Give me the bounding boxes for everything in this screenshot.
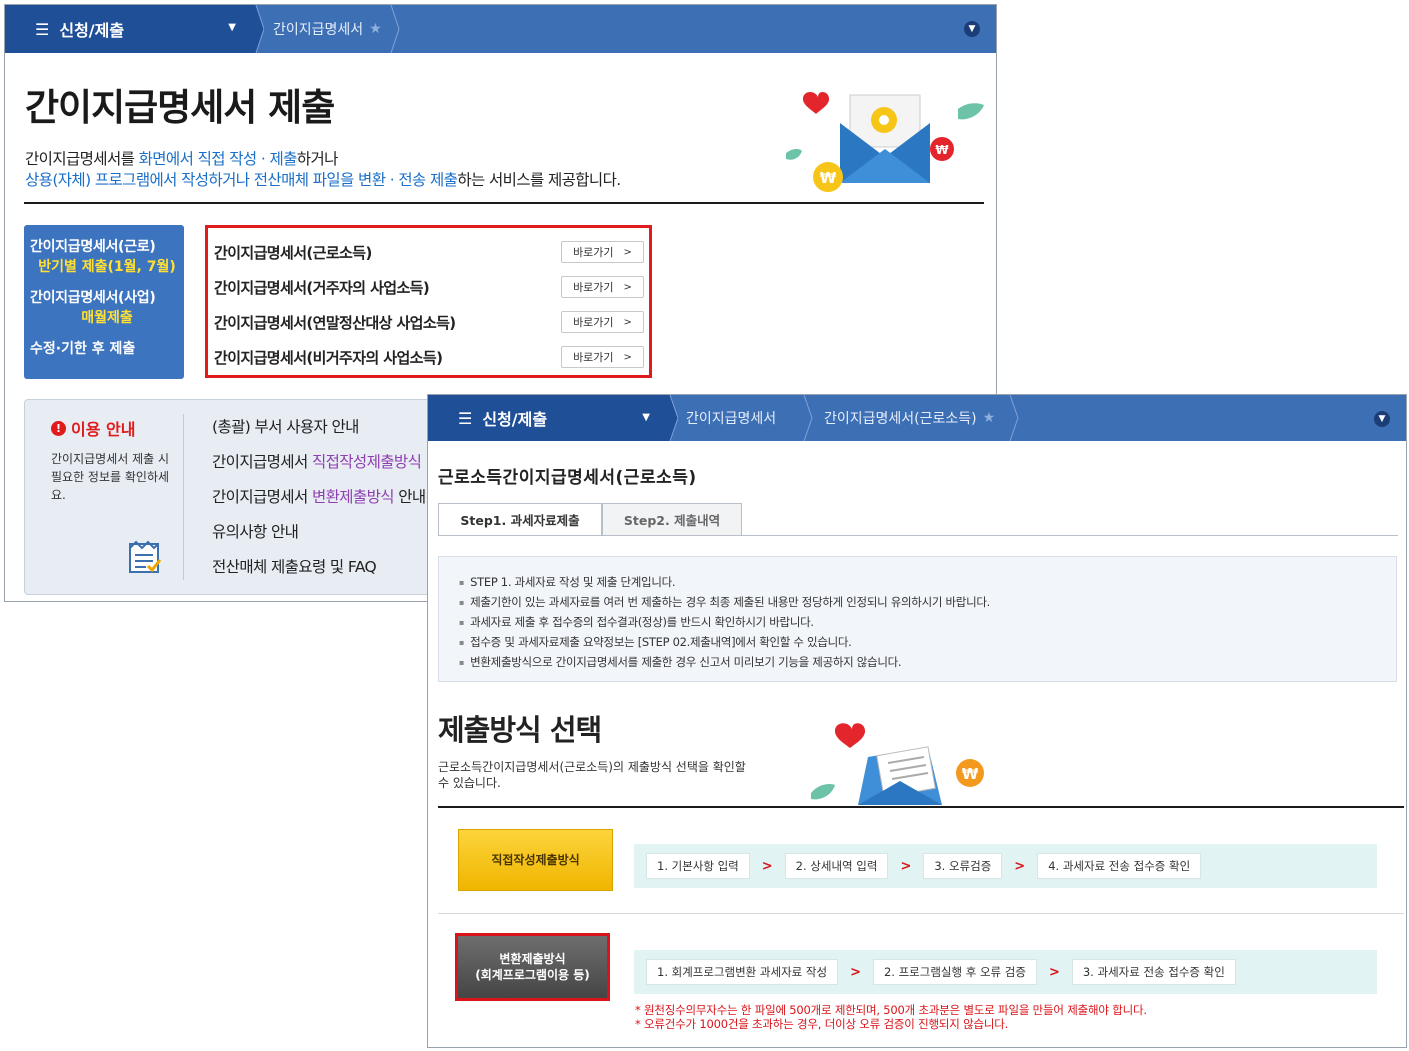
top-navbar: ☰ 신청/제출 ▼ 간이지급명세서 간이지급명세서(근로소득) ★ ▼ — [428, 395, 1406, 441]
tab-step1[interactable]: Step1. 과세자료제출 — [438, 503, 602, 536]
step-item: 3. 과세자료 전송 접수증 확인 — [1071, 959, 1236, 985]
chevron-right-icon: > — [623, 316, 632, 328]
shortcut-button[interactable]: 바로가기 > — [561, 276, 644, 298]
warning-item: * 원천징수의무자수는 한 파일에 500개로 제한되며, 500개 초과분은 … — [635, 1003, 1147, 1017]
breadcrumb-separator — [1009, 395, 1019, 441]
chevron-down-icon[interactable]: ▼ — [964, 21, 980, 37]
shortcut-row: 간이지급명세서(거주자의 사업소득) 바로가기 > — [214, 273, 644, 301]
method-divider — [438, 913, 1404, 914]
chevron-down-icon[interactable]: ▼ — [1374, 411, 1390, 427]
guide-link-dept-user[interactable]: (총괄) 부서 사용자 안내 — [212, 416, 426, 451]
warning-notes: * 원천징수의무자수는 한 파일에 500개로 제한되며, 500개 초과분은 … — [635, 1003, 1147, 1031]
notice-item: STEP 1. 과세자료 작성 및 제출 단계입니다. — [459, 573, 1396, 593]
menu-label: 신청/제출 — [482, 410, 548, 429]
notice-item: 접수증 및 과세자료제출 요약정보는 [STEP 02.제출내역]에서 확인할 … — [459, 633, 1396, 653]
convert-steps-band: 1. 회계프로그램변환 과세자료 작성 > 2. 프로그램실행 후 오류 검증 … — [634, 950, 1377, 994]
guide-divider — [183, 414, 184, 580]
hamburger-icon: ☰ — [35, 19, 50, 39]
arrow-right-icon: > — [900, 858, 912, 874]
breadcrumb-separator — [250, 5, 264, 53]
notice-box: STEP 1. 과세자료 작성 및 제출 단계입니다. 제출기한이 있는 과세자… — [438, 556, 1397, 682]
guide-link-list: (총괄) 부서 사용자 안내 간이지급명세서 직접작성제출방식 간이지급명세서 … — [212, 416, 426, 591]
hamburger-icon: ☰ — [458, 408, 473, 428]
shortcut-row: 간이지급명세서(근로소득) 바로가기 > — [214, 238, 644, 266]
menu-dropdown[interactable]: ☰ 신청/제출 ▼ — [428, 395, 664, 441]
chevron-right-icon: > — [623, 246, 632, 258]
step-item: 3. 오류검증 — [923, 853, 1003, 879]
arrow-right-icon: > — [761, 858, 773, 874]
top-navbar: ☰ 신청/제출 ▼ 간이지급명세서 ★ ▼ — [5, 5, 996, 53]
guide-link-direct[interactable]: 간이지급명세서 직접작성제출방식 — [212, 451, 426, 486]
guide-link-faq[interactable]: 전산매체 제출요령 및 FAQ — [212, 556, 426, 591]
direct-submit-button[interactable]: 직접작성제출방식 — [458, 829, 613, 891]
page-title: 근로소득간이지급명세서(근로소득) — [438, 468, 697, 488]
svg-text:₩: ₩ — [962, 765, 979, 783]
shortcut-highlight-box: 간이지급명세서(근로소득) 바로가기 > 간이지급명세서(거주자의 사업소득) 바… — [205, 225, 652, 378]
arrow-right-icon: > — [1048, 964, 1060, 980]
direct-steps-band: 1. 기본사항 입력 > 2. 상세내역 입력 > 3. 오류검증 > 4. 과… — [634, 844, 1377, 888]
notice-item: 과세자료 제출 후 접수증의 접수결과(정상)를 반드시 확인하시기 바랍니다. — [459, 613, 1396, 633]
step-item: 2. 상세내역 입력 — [784, 853, 889, 879]
breadcrumb-separator — [664, 395, 678, 441]
step-item: 2. 프로그램실행 후 오류 검증 — [872, 959, 1037, 985]
menu-label: 신청/제출 — [59, 21, 125, 40]
caret-down-icon: ▼ — [228, 22, 236, 33]
leftnav-item-business-sub: 매월제출 — [81, 310, 133, 326]
warning-item: * 오류건수가 1000건을 초과하는 경우, 더이상 오류 검증이 진행되지 … — [635, 1017, 1009, 1031]
breadcrumb-item[interactable]: 간이지급명세서 ★ — [273, 5, 382, 53]
envelope-illustration: ₩ — [811, 723, 984, 805]
breadcrumb-separator — [390, 5, 400, 53]
notice-item: 변환제출방식으로 간이지급명세서를 제출한 경우 신고서 미리보기 기능을 제공… — [459, 653, 1396, 673]
submission-window: ☰ 신청/제출 ▼ 간이지급명세서 간이지급명세서(근로소득) ★ ▼ 근로소득… — [427, 394, 1407, 1048]
shortcut-button[interactable]: 바로가기 > — [561, 311, 644, 333]
exclamation-icon: ! — [51, 420, 66, 436]
leftnav-item-amend[interactable]: 수정·기한 후 제출 — [30, 339, 184, 359]
guide-link-notice[interactable]: 유의사항 안내 — [212, 521, 426, 556]
chevron-right-icon: > — [623, 351, 632, 363]
guide-link-convert[interactable]: 간이지급명세서 변환제출방식 안내 — [212, 486, 426, 521]
checklist-icon — [129, 540, 162, 573]
breadcrumb-item[interactable]: 간이지급명세서(근로소득) ★ — [824, 395, 995, 441]
svg-text:₩: ₩ — [935, 143, 949, 157]
guide-title: ! 이용 안내 — [51, 416, 135, 440]
caret-down-icon: ▼ — [642, 412, 650, 423]
menu-dropdown[interactable]: ☰ 신청/제출 ▼ — [5, 5, 250, 53]
guide-description: 간이지급명세서 제출 시 필요한 정보를 확인하세요. — [51, 452, 170, 502]
shortcut-row: 간이지급명세서(연말정산대상 사업소득) 바로가기 > — [214, 308, 644, 336]
page-title: 간이지급명세서 제출 — [25, 86, 335, 129]
shortcut-button[interactable]: 바로가기 > — [561, 241, 644, 263]
chevron-right-icon: > — [623, 281, 632, 293]
envelope-illustration: ₩ ₩ — [786, 91, 984, 192]
step-item: 1. 회계프로그램변환 과세자료 작성 — [646, 959, 839, 985]
tab-step2[interactable]: Step2. 제출내역 — [602, 503, 742, 536]
convert-submit-button[interactable]: 변환제출방식 (회계프로그램이용 등) — [455, 933, 610, 1001]
section-description: 근로소득간이지급명세서(근로소득)의 제출방식 선택을 확인할 수 있습니다. — [438, 760, 746, 790]
breadcrumb-item[interactable]: 간이지급명세서 — [686, 395, 776, 441]
arrow-right-icon: > — [1014, 858, 1026, 874]
tab-underline — [438, 535, 1398, 536]
shortcut-row: 간이지급명세서(비거주자의 사업소득) 바로가기 > — [214, 343, 644, 371]
svg-text:₩: ₩ — [820, 169, 837, 187]
title-divider — [24, 202, 984, 204]
step-item: 1. 기본사항 입력 — [646, 853, 750, 879]
section-divider — [438, 806, 1404, 808]
page-description: 간이지급명세서를 화면에서 직접 작성 · 제출하거나 상용(자체) 프로그램에… — [25, 150, 621, 189]
breadcrumb-separator — [803, 395, 813, 441]
left-nav-panel: 간이지급명세서(근로) 반기별 제출(1월, 7월) 간이지급명세서(사업) 매… — [24, 225, 184, 379]
star-icon[interactable]: ★ — [369, 21, 382, 37]
leftnav-item-earned[interactable]: 간이지급명세서(근로) — [30, 237, 184, 257]
star-icon[interactable]: ★ — [983, 410, 996, 426]
arrow-right-icon: > — [850, 964, 861, 980]
notice-item: 제출기한이 있는 과세자료를 여러 번 제출하는 경우 최종 제출된 내용만 정… — [459, 593, 1396, 613]
leftnav-item-earned-sub: 반기별 제출(1월, 7월) — [38, 259, 176, 275]
shortcut-button[interactable]: 바로가기 > — [561, 346, 644, 368]
leftnav-item-business[interactable]: 간이지급명세서(사업) — [30, 288, 184, 308]
step-item: 4. 과세자료 전송 접수증 확인 — [1037, 853, 1202, 879]
section-title: 제출방식 선택 — [438, 713, 602, 747]
